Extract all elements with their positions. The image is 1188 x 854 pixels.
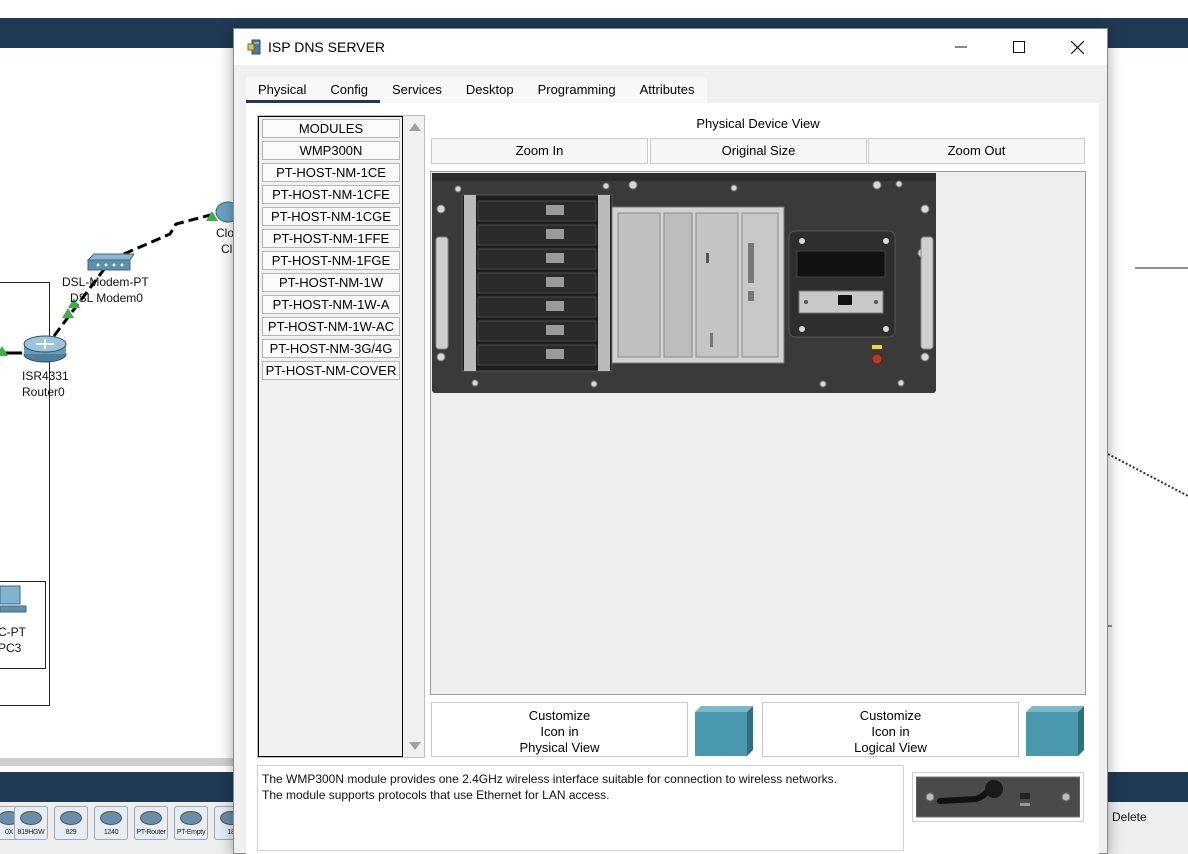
module-list-header: MODULES bbox=[262, 119, 400, 138]
tab-config[interactable]: Config bbox=[318, 77, 380, 103]
module-item-1cge[interactable]: PT-HOST-NM-1CGE bbox=[262, 207, 400, 226]
device-button[interactable]: 819HGW bbox=[14, 806, 48, 840]
module-item-wmp300n[interactable]: WMP300N bbox=[262, 141, 400, 160]
module-item-1cfe[interactable]: PT-HOST-NM-1CFE bbox=[262, 185, 400, 204]
device-button[interactable]: PT-Empty bbox=[174, 806, 208, 840]
pc-name-label: PC3 bbox=[0, 641, 22, 655]
scroll-down-icon[interactable] bbox=[409, 742, 421, 750]
router-icon[interactable] bbox=[22, 334, 68, 364]
module-list-scrollbar[interactable] bbox=[405, 116, 424, 757]
workspace-scrollbar[interactable] bbox=[0, 758, 240, 766]
module-item-1w-ac[interactable]: PT-HOST-NM-1W-AC bbox=[262, 317, 400, 336]
tab-physical[interactable]: Physical bbox=[246, 77, 319, 103]
minimize-icon bbox=[955, 46, 967, 48]
cloud-name-label: Cl bbox=[221, 242, 233, 256]
tab-programming[interactable]: Programming bbox=[526, 77, 628, 103]
module-image-box bbox=[912, 772, 1084, 822]
module-description: The WMP300N module provides one 2.4GHz w… bbox=[257, 765, 904, 851]
physical-view-title: Physical Device View bbox=[696, 116, 820, 131]
pc-icon[interactable] bbox=[0, 582, 30, 622]
tab-services[interactable]: Services bbox=[380, 77, 454, 103]
logical-view-icon bbox=[1026, 706, 1084, 756]
module-item-1w[interactable]: PT-HOST-NM-1W bbox=[262, 273, 400, 292]
title-bar[interactable]: ISP DNS SERVER bbox=[234, 29, 1107, 65]
cloud-model-label: Clo bbox=[216, 226, 235, 240]
server-icon bbox=[247, 39, 261, 55]
maximize-icon bbox=[1013, 41, 1025, 53]
module-item-1ffe[interactable]: PT-HOST-NM-1FFE bbox=[262, 229, 400, 248]
maximize-button[interactable] bbox=[990, 29, 1048, 65]
server-chassis-image[interactable] bbox=[432, 173, 936, 393]
module-item-1fge[interactable]: PT-HOST-NM-1FGE bbox=[262, 251, 400, 270]
close-button[interactable] bbox=[1048, 29, 1106, 65]
router-icon bbox=[180, 811, 202, 825]
router-icon bbox=[20, 811, 42, 825]
dsl-modem-name-label: DSL Modem0 bbox=[70, 291, 143, 305]
router-icon bbox=[60, 811, 82, 825]
physical-tab-content: MODULES WMP300N PT-HOST-NM-1CE PT-HOST-N… bbox=[246, 103, 1099, 854]
customize-logical-icon-button[interactable]: Customize Icon in Logical View bbox=[762, 702, 1019, 757]
device-button[interactable]: 829 bbox=[54, 806, 88, 840]
device-button[interactable]: 1240 bbox=[94, 806, 128, 840]
router-icon bbox=[140, 811, 162, 825]
module-item-cover[interactable]: PT-HOST-NM-COVER bbox=[262, 361, 400, 380]
minimize-button[interactable] bbox=[932, 29, 990, 65]
scroll-up-icon[interactable] bbox=[409, 123, 421, 131]
module-item-3g4g[interactable]: PT-HOST-NM-3G/4G bbox=[262, 339, 400, 358]
module-item-1ce[interactable]: PT-HOST-NM-1CE bbox=[262, 163, 400, 182]
physical-view-icon bbox=[695, 706, 753, 756]
device-button[interactable]: PT-Router bbox=[134, 806, 168, 840]
device-dialog: ISP DNS SERVER Physical Config Services … bbox=[233, 28, 1108, 854]
close-icon bbox=[1070, 40, 1084, 54]
module-list[interactable]: MODULES WMP300N PT-HOST-NM-1CE PT-HOST-N… bbox=[258, 116, 403, 757]
router-icon bbox=[100, 811, 122, 825]
wireless-module-image bbox=[916, 776, 1080, 818]
delete-button[interactable]: Delete bbox=[1112, 810, 1147, 824]
zoom-out-button[interactable]: Zoom Out bbox=[868, 138, 1085, 164]
dsl-modem-icon[interactable] bbox=[84, 252, 134, 274]
module-panel: MODULES WMP300N PT-HOST-NM-1CE PT-HOST-N… bbox=[257, 115, 425, 758]
router-name-label: Router0 bbox=[22, 385, 65, 399]
physical-view-area[interactable] bbox=[430, 171, 1086, 695]
zoom-in-button[interactable]: Zoom In bbox=[431, 138, 648, 164]
pc-model-label: C-PT bbox=[0, 625, 26, 639]
description-line: The WMP300N module provides one 2.4GHz w… bbox=[262, 772, 837, 786]
dsl-modem-model-label: DSL-Modem-PT bbox=[62, 275, 149, 289]
router-model-label: ISR4331 bbox=[22, 369, 69, 383]
tab-bar: Physical Config Services Desktop Program… bbox=[246, 77, 707, 103]
tab-attributes[interactable]: Attributes bbox=[628, 77, 707, 103]
original-size-button[interactable]: Original Size bbox=[650, 138, 867, 164]
module-item-1w-a[interactable]: PT-HOST-NM-1W-A bbox=[262, 295, 400, 314]
customize-physical-icon-button[interactable]: Customize Icon in Physical View bbox=[431, 702, 688, 757]
window-title: ISP DNS SERVER bbox=[268, 39, 385, 55]
tab-desktop[interactable]: Desktop bbox=[454, 77, 526, 103]
description-line: The module supports protocols that use E… bbox=[262, 788, 610, 802]
